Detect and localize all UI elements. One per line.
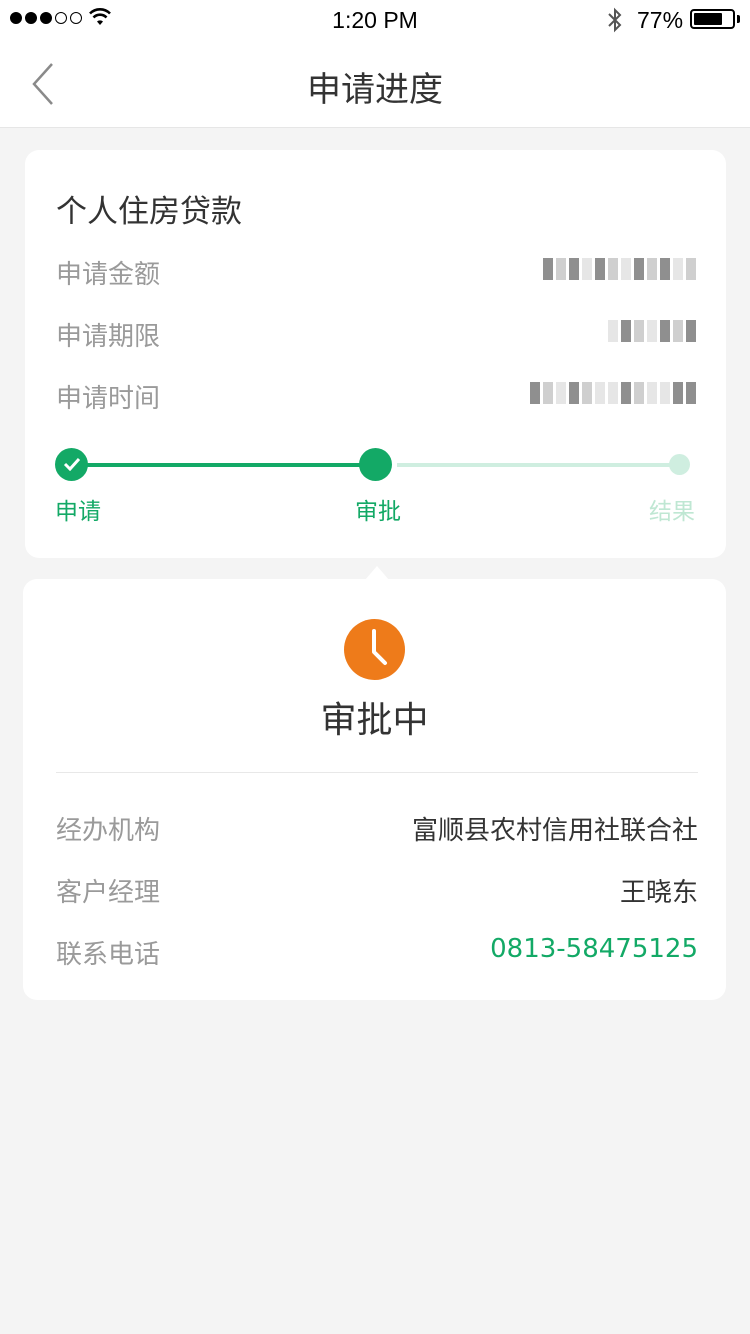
apply-amount-row: 申请金额 [56,254,696,294]
navigation-bar: 申请进度 [0,40,750,128]
battery-icon [690,9,735,29]
apply-date-row: 申请时间 [56,378,696,418]
apply-amount-value-redacted [543,258,696,280]
loan-info-card: 个人住房贷款 申请金额 申请期限 申请时间 申请 审批 结果 [25,150,726,558]
phone-row: 联系电话 0813-58475125 [56,934,698,974]
apply-term-label: 申请期限 [56,322,161,352]
apply-date-label: 申请时间 [56,384,161,414]
apply-term-row: 申请期限 [56,316,696,356]
page-title: 申请进度 [307,70,443,110]
manager-row: 客户经理 王晓东 [56,872,698,912]
institution-row: 经办机构 富顺县农村信用社联合社 [56,810,698,850]
clock-icon [344,619,405,680]
bluetooth-icon [608,7,622,33]
phone-label: 联系电话 [56,940,161,970]
battery-percentage: 77% [637,7,684,33]
step-label-result: 结果 [649,499,695,525]
step-label-review: 审批 [355,499,401,525]
apply-date-value-redacted [530,382,696,404]
institution-label: 经办机构 [56,816,161,846]
apply-amount-label: 申请金额 [56,260,161,290]
institution-value: 富顺县农村信用社联合社 [411,816,698,846]
step-result-pending [669,454,690,475]
check-icon [63,457,81,471]
apply-term-value-redacted [608,320,696,342]
manager-label: 客户经理 [56,878,161,908]
application-progress-tracker: 申请 审批 结果 [55,448,695,528]
loan-type-title: 个人住房贷款 [56,194,242,230]
battery-level [694,13,723,25]
divider [56,772,698,773]
step-label-apply: 申请 [55,499,101,525]
step-apply-done [55,448,88,481]
approval-status-card: 审批中 经办机构 富顺县农村信用社联合社 客户经理 王晓东 联系电话 0813-… [23,579,726,1000]
progress-line-completed [85,463,387,467]
approval-status: 审批中 [320,700,429,741]
progress-line-pending [397,463,689,467]
phone-link[interactable]: 0813-58475125 [490,934,698,964]
battery-cap [737,15,740,23]
step-review-current [359,448,392,481]
pointer-arrow [365,566,389,580]
status-bar: 1:20 PM 77% [0,0,750,40]
manager-value: 王晓东 [619,878,698,908]
